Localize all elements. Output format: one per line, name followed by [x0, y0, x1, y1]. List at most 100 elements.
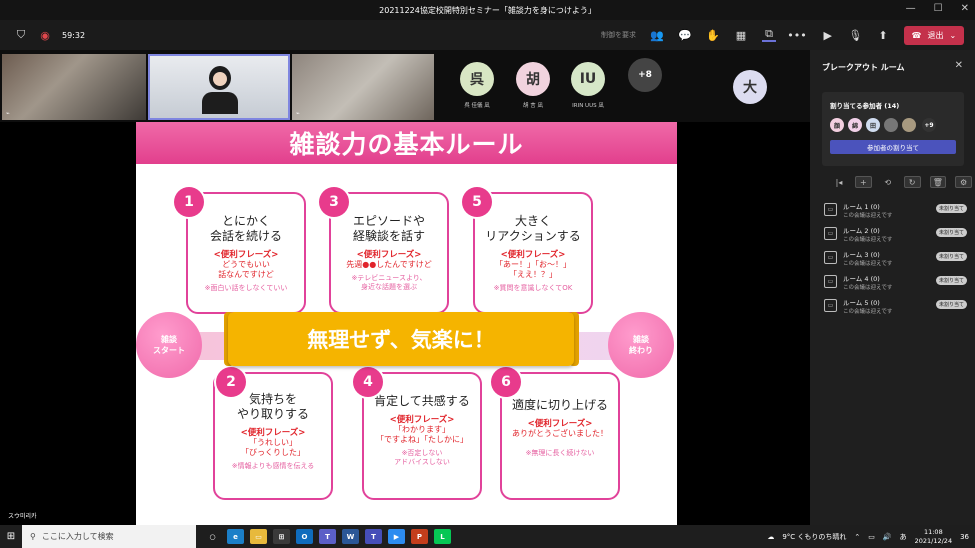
request-control-button[interactable]: 制御を要求 [601, 30, 636, 40]
rule-phrase: ありがとうございました！ [512, 429, 608, 438]
participant-tile[interactable]: 胡 胡 言 凪 [513, 62, 553, 109]
clock-time: 11:08 [923, 527, 943, 536]
room-badge: 未割り当て [935, 300, 967, 309]
rule-phrase: どうでもいい 話なんですけど [218, 260, 274, 279]
rule-phrase-head: <便利フレーズ> [356, 250, 422, 260]
room-row[interactable]: ▭ ルーム 5 (0) この会議は迎えです 未割り当て [822, 296, 967, 318]
rule-number-5: 5 [462, 187, 492, 217]
tile-mic-icon: ⌁ [296, 110, 300, 117]
mic-off-icon[interactable]: 🎙 [848, 28, 862, 42]
participant-tile[interactable]: 呉 呉 佳儀 凪 [457, 62, 497, 109]
rule-phrase-head: <便利フレーズ> [527, 419, 593, 429]
chevron-down-icon: ⌄ [949, 30, 957, 40]
store-icon[interactable]: ⊞ [273, 529, 290, 544]
chevron-icon[interactable]: |◂ [832, 176, 846, 188]
powerpoint-icon[interactable]: P [411, 529, 428, 544]
room-row[interactable]: ▭ ルーム 2 (0) この会議は迎えです 未割り当て [822, 224, 967, 246]
windows-taskbar: ⊞ ⚲ ここに入力して検索 ○ e ▭ ⊞ O T W T ▶ P L ☁ 9°… [0, 525, 975, 548]
undo-icon[interactable]: ⟲ [881, 176, 895, 188]
notification-count[interactable]: 36 [960, 533, 969, 541]
video-tile-presenter[interactable] [148, 54, 290, 120]
delete-icon[interactable]: 🗑 [929, 176, 947, 188]
edge-icon[interactable]: e [227, 529, 244, 544]
rule-note: ※無理に長く続けない [525, 449, 595, 457]
windows-start-icon[interactable]: ⊞ [0, 525, 22, 548]
ime-indicator[interactable]: あ [900, 532, 907, 542]
more-participants-tile[interactable]: +8 [625, 58, 665, 92]
volume-icon[interactable]: 🔊 [883, 533, 892, 541]
weather-text[interactable]: 9°C くもりのち晴れ [782, 532, 846, 542]
rule-phrase-head: <便利フレーズ> [389, 415, 455, 425]
chat-icon[interactable]: 💬 [678, 28, 692, 42]
window-controls: — ☐ ✕ [906, 3, 969, 14]
rule-phrase: 「わかります」 「ですよね」「たしかに」 [376, 425, 468, 444]
participant-tile[interactable]: 大 [730, 70, 770, 104]
teams-alt-icon[interactable]: T [365, 529, 382, 544]
maximize-icon[interactable]: ☐ [934, 3, 943, 14]
rule-card-4: 肯定して共感する <便利フレーズ> 「わかります」 「ですよね」「たしかに」 ※… [362, 372, 482, 500]
video-tile-classroom-2[interactable]: ⌁ [292, 54, 434, 120]
recreate-icon[interactable]: ↻ [903, 176, 921, 188]
rule-number-2: 2 [216, 367, 246, 397]
camera-icon[interactable]: ▶ [821, 28, 835, 42]
share-icon[interactable]: ⬆ [876, 28, 890, 42]
participant-tile[interactable]: IU IRIN UUS 凪 [568, 62, 608, 109]
tray-chevron-icon[interactable]: ⌃ [854, 533, 860, 541]
search-icon: ⚲ [30, 532, 36, 541]
breakout-rooms-icon[interactable]: ⧉ [762, 27, 776, 42]
participant-avatar: 呉 [460, 62, 494, 96]
shield-icon[interactable]: ⛉ [14, 28, 28, 42]
settings-icon[interactable]: ⚙ [955, 176, 972, 188]
minimize-icon[interactable]: — [906, 3, 916, 14]
meeting-timer: 59:32 [62, 30, 86, 40]
participant-avatar: IU [571, 62, 605, 96]
rule-phrase: 「うれしい」 「びっくりした」 [241, 438, 305, 457]
room-row[interactable]: ▭ ルーム 4 (0) この会議は迎えです 未割り当て [822, 272, 967, 294]
rule-card-6: 適度に切り上げる <便利フレーズ> ありがとうございました！ ※無理に長く続けな… [500, 372, 620, 500]
outlook-icon[interactable]: O [296, 529, 313, 544]
rule-phrase: 「あー！」「お～！」 「ええ！？」 [495, 260, 571, 279]
flow-end-label: 雑談 終わり [629, 335, 653, 355]
task-view-icon[interactable]: ○ [204, 529, 221, 544]
mini-avatar: 綿 [848, 118, 862, 132]
shared-content-stage: 雑談力の基本ルール とにかく 会話を続ける <便利フレーズ> どうでもいい 話な… [0, 122, 810, 525]
mini-avatar: 田 [866, 118, 880, 132]
media-controls: ▶ 🎙 ⬆ ☎ 退出 ⌄ [810, 20, 975, 50]
word-icon[interactable]: W [342, 529, 359, 544]
room-icon: ▭ [824, 299, 837, 312]
teams-icon[interactable]: T [319, 529, 336, 544]
reaction-icon[interactable]: ✋ [706, 28, 720, 42]
room-row[interactable]: ▭ ルーム 1 (0) この会議は迎えです 未割り当て [822, 200, 967, 222]
network-icon[interactable]: ▭ [868, 533, 875, 541]
taskbar-apps: ○ e ▭ ⊞ O T W T ▶ P L [204, 529, 451, 544]
file-explorer-icon[interactable]: ▭ [250, 529, 267, 544]
rule-number-1: 1 [174, 187, 204, 217]
search-placeholder: ここに入力して検索 [41, 532, 114, 541]
add-room-icon[interactable]: + [855, 176, 872, 188]
leave-label: 退出 [927, 30, 944, 40]
assign-participants-card: 割り当てる参加者 (14) 顔 綿 田 +9 参加者の割り当て [822, 92, 964, 166]
close-window-icon[interactable]: ✕ [961, 3, 969, 14]
close-icon[interactable]: ✕ [955, 60, 963, 71]
more-participants-count: +8 [628, 58, 662, 92]
weather-icon: ☁ [767, 532, 775, 541]
participants-icon[interactable]: 👥 [650, 28, 664, 42]
video-app-icon[interactable]: ▶ [388, 529, 405, 544]
shared-slide: 雑談力の基本ルール とにかく 会話を続ける <便利フレーズ> どうでもいい 話な… [136, 122, 677, 525]
line-icon[interactable]: L [434, 529, 451, 544]
flow-start-label: 雑談 スタート [153, 335, 185, 355]
room-status: この会議は迎えです [843, 261, 893, 267]
room-name: ルーム 3 (0) [843, 251, 880, 259]
video-tile-classroom-1[interactable]: ⌁ [2, 54, 146, 120]
more-options-icon[interactable]: ••• [787, 28, 806, 42]
taskbar-clock[interactable]: 11:08 2021/12/24 [915, 528, 952, 546]
leave-button[interactable]: ☎ 退出 ⌄ [903, 25, 965, 45]
assign-participants-button[interactable]: 参加者の割り当て [830, 140, 956, 154]
room-tools: |◂ + ⟲ ↻ 🗑 ⚙ [832, 176, 972, 188]
view-icon[interactable]: ▦ [734, 28, 748, 42]
room-row[interactable]: ▭ ルーム 3 (0) この会議は迎えです 未割り当て [822, 248, 967, 270]
breakout-rooms-panel: ブレークアウト ルーム ✕ 割り当てる参加者 (14) 顔 綿 田 +9 参加者… [810, 50, 975, 525]
taskbar-search[interactable]: ⚲ ここに入力して検索 [22, 525, 196, 548]
rule-title: とにかく 会話を続ける [209, 214, 282, 243]
room-badge: 未割り当て [935, 204, 967, 213]
